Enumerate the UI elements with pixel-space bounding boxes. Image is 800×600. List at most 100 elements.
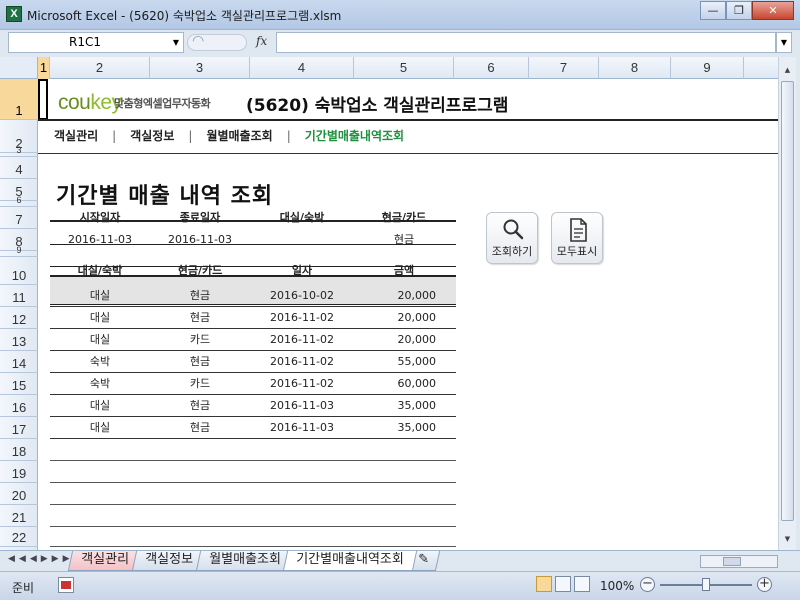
restore-button[interactable]: ❐ [726,1,752,20]
table-cell: 현금 [189,311,211,324]
page-layout-view-icon[interactable] [555,576,571,592]
tab-navigation-arrows[interactable]: ◀◀◀▶▶▶ [8,554,74,564]
expand-formula-icon[interactable]: ▼ [776,32,792,53]
row-header[interactable]: 18 [0,439,38,461]
page-break-view-icon[interactable] [574,576,590,592]
table-row-border [50,460,456,461]
formula-input[interactable] [276,32,776,53]
magnifier-icon [503,219,524,240]
row-header[interactable]: 11 [0,285,38,307]
chevron-down-icon[interactable]: ▼ [173,33,179,52]
search-header-cell: 현금/카드 [381,211,427,224]
table-cell: 2016-11-02 [270,311,334,324]
horizontal-scrollbar[interactable] [700,555,778,568]
column-header[interactable]: 8 [599,57,671,79]
zoom-level[interactable]: 100% [600,579,634,593]
table-cell: 대실 [89,421,111,434]
table-cell: 현금 [189,421,211,434]
nav-item-monthly-sales[interactable]: 월별매출조회 [206,127,272,144]
zoom-in-icon[interactable]: + [757,577,772,592]
column-header[interactable]: 5 [354,57,454,79]
nav-separator: | [188,128,193,143]
results-header-cell: 현금/카드 [177,264,223,277]
scroll-up-icon[interactable]: ▲ [781,63,794,77]
zoom-slider-thumb[interactable] [702,578,710,591]
nav-divider [38,153,778,154]
table-cell: 2016-11-02 [270,333,334,346]
close-button[interactable]: ✕ [752,1,794,20]
row-header[interactable]: 21 [0,505,38,527]
nav-item-room-management[interactable]: 객실관리 [54,127,98,144]
table-row-border [50,504,456,505]
tab-monthly-sales[interactable]: 월별매출조회 [195,551,294,571]
search-value-cell [250,229,354,251]
column-header[interactable]: 1 [38,57,50,79]
app-title: (5620) 숙박업소 객실관리프로그램 [246,96,509,116]
column-header[interactable]: 7 [529,57,599,79]
row-header[interactable]: 15 [0,373,38,395]
results-header-cell: 대실/숙박 [77,264,123,277]
table-cell: 대실 [89,311,111,324]
table-cell: 2016-11-03 [270,421,334,434]
column-header[interactable]: 4 [250,57,354,79]
name-box[interactable]: R1C1 ▼ [8,32,184,53]
results-header-cell: 일자 [291,264,313,277]
tab-period-sales[interactable]: 기간별매출내역조회 [283,551,418,571]
table-cell: 카드 [189,333,211,346]
column-header[interactable]: 6 [454,57,529,79]
scroll-down-icon[interactable]: ▼ [781,532,794,546]
normal-view-icon[interactable] [536,576,552,592]
selected-cell[interactable] [38,79,48,120]
nav-menu: 객실관리 | 객실정보 | 월별매출조회 | 기간별매출내역조회 [54,127,404,144]
macro-record-icon[interactable] [58,577,74,593]
page-title: 기간별 매출 내역 조회 [56,184,274,209]
table-cell: 대실 [89,333,111,346]
formula-controls: ◠ [187,33,247,51]
view-buttons [536,576,590,592]
name-box-value: R1C1 [69,35,101,49]
tab-room-management[interactable]: 객실관리 [67,551,142,571]
column-header[interactable]: 9 [671,57,744,79]
row-header[interactable]: 20 [0,483,38,505]
search-header-cell: 대실/숙박 [279,211,325,224]
tab-room-info[interactable]: 객실정보 [131,551,206,571]
search-button-label: 조회하기 [491,245,533,258]
search-value-cell: 2016-11-03 [168,233,232,246]
row-header[interactable]: 7 [0,207,38,229]
row-header[interactable]: 13 [0,329,38,351]
minimize-button[interactable]: — [700,1,726,20]
window-controls: — ❐ ✕ [700,1,794,20]
column-header[interactable]: 3 [150,57,250,79]
search-header-cell: 종료일자 [179,211,221,224]
amount-cell: 20,000 [397,289,437,302]
hscroll-thumb[interactable] [723,557,741,566]
table-cell: 2016-11-02 [270,355,334,368]
row-header[interactable]: 19 [0,461,38,483]
title-bar: X Microsoft Excel - (5620) 숙박업소 객실관리프로그램… [0,0,800,30]
row-header[interactable]: 22 [0,527,38,547]
row-header[interactable]: 1 [0,79,38,120]
insert-function-icon[interactable]: fx [256,34,267,48]
zoom-out-icon[interactable]: − [640,577,655,592]
nav-item-period-sales[interactable]: 기간별매출내역조회 [305,127,404,144]
search-value-cell: 현금 [393,233,415,246]
row-header[interactable]: 12 [0,307,38,329]
show-all-button-label: 모두표시 [556,245,598,258]
row-header[interactable]: 10 [0,257,38,285]
table-row-border [50,482,456,483]
column-header[interactable]: 2 [50,57,150,79]
scroll-thumb[interactable] [781,81,794,521]
row-header[interactable]: 14 [0,351,38,373]
amount-cell: 20,000 [397,311,437,324]
nav-item-room-info[interactable]: 객실정보 [130,127,174,144]
row-header[interactable]: 16 [0,395,38,417]
nav-separator: | [112,128,117,143]
vertical-scrollbar[interactable]: ▲ ▼ [778,57,796,550]
search-button[interactable]: 조회하기 [486,212,538,264]
row-header[interactable]: 4 [0,157,38,179]
row-header[interactable]: 17 [0,417,38,439]
amount-cell: 55,000 [397,355,437,368]
select-all-corner[interactable] [0,57,38,79]
show-all-button[interactable]: 모두표시 [551,212,603,264]
search-table-mid-border [50,244,456,245]
